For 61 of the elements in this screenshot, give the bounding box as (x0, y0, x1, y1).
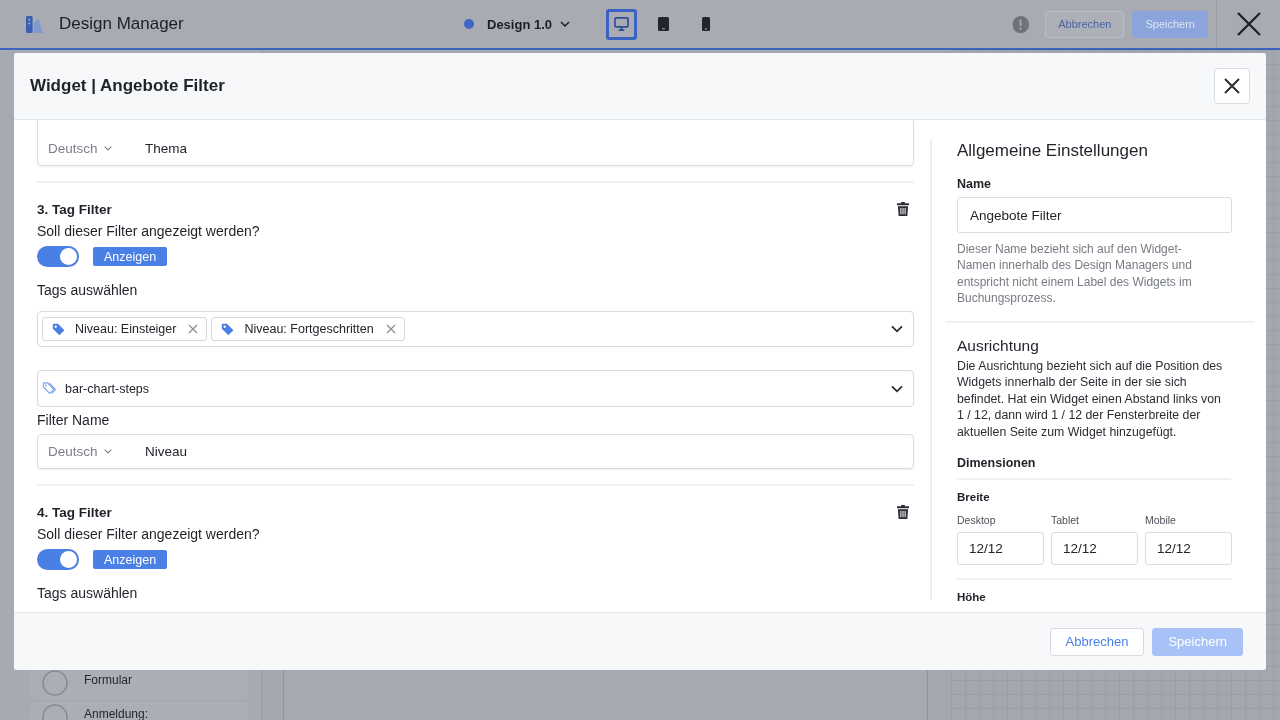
filter-name-field[interactable]: Deutsch Thema (37, 120, 914, 166)
description-text: Die Ausrichtung bezieht sich auf die Position des Widgets innerhalb der Seite in der sie sich befindet. Hat ein Widget einen Abstand links von 1 / 12, dann wird 1 / 12 der Fensterbreite der aktuellen Seite zum Widget hinzugefügt. (957, 357, 1224, 441)
field-label: Tablet (1051, 514, 1080, 527)
language-dropdown[interactable]: Deutsch (48, 444, 145, 459)
field-label: Filter Name (37, 411, 110, 429)
language-dropdown[interactable]: Deutsch (48, 140, 145, 156)
width-input[interactable]: 12/12 (1051, 532, 1138, 566)
phone-icon (701, 17, 710, 31)
width-input[interactable]: 12/12 (957, 532, 1044, 566)
logo-icon (26, 15, 43, 33)
caret-icon (560, 21, 571, 27)
tag-chip[interactable]: Niveau: Einsteiger (42, 317, 208, 341)
tag-icon (52, 322, 65, 336)
field-label: Name (957, 176, 992, 192)
name-input[interactable]: Angebote Filter (957, 197, 1232, 233)
step-circle-icon (42, 670, 68, 696)
chevron-down-icon (891, 384, 903, 393)
field-label: Mobile (1145, 514, 1176, 527)
tags-icon (42, 381, 58, 396)
visibility-badge: Anzeigen (93, 550, 168, 569)
question-label: Soll dieser Filter angezeigt werden? (37, 525, 260, 543)
close-icon (1224, 78, 1240, 94)
field-label: Höhe (957, 590, 986, 605)
field-label: Tags auswählen (37, 584, 138, 602)
help-text: Dieser Name bezieht sich auf den Widget-Namen innerhalb des Design Managers und entspricht nicht einem Label des Widgets im Buchungsprozess. (957, 241, 1193, 307)
field-label: Tags auswählen (37, 281, 138, 299)
cancel-button[interactable]: Abbrechen (1049, 627, 1145, 656)
trash-icon[interactable] (897, 505, 909, 519)
dialog-title: Widget | Angebote Filter (30, 76, 225, 96)
visibility-badge: Anzeigen (93, 247, 168, 266)
desktop-view-button[interactable] (606, 8, 638, 40)
filter-title: 4. Tag Filter (37, 504, 112, 520)
close-button[interactable] (1214, 68, 1250, 104)
app-title: Design Manager (59, 14, 184, 34)
section-title: Ausrichtung (957, 336, 1039, 355)
icon-select[interactable]: bar-chart-steps (37, 370, 914, 407)
caret-icon (103, 449, 112, 454)
tag-icon (221, 322, 235, 336)
group-title: Dimensionen (957, 455, 1036, 472)
question-label: Soll dieser Filter angezeigt werden? (37, 222, 260, 240)
width-input[interactable]: 12/12 (1145, 532, 1232, 566)
step-item[interactable]: Anmeldung: (30, 702, 248, 720)
section-title: Allgemeine Einstellungen (957, 141, 1148, 161)
step-item[interactable]: Formular (30, 668, 248, 700)
close-icon (1236, 12, 1261, 36)
visibility-toggle[interactable] (37, 549, 79, 570)
visibility-toggle[interactable] (37, 246, 79, 267)
filter-title: 3. Tag Filter (37, 201, 112, 217)
tags-select[interactable]: Niveau: Einsteiger Niveau: Fortgeschritten (37, 311, 914, 347)
caret-icon (103, 145, 112, 151)
trash-icon[interactable] (897, 202, 909, 216)
chevron-down-icon (891, 325, 903, 333)
remove-icon[interactable] (385, 324, 396, 334)
field-label: Breite (957, 490, 990, 505)
field-label: Desktop (957, 514, 996, 527)
tag-chip[interactable]: Niveau: Fortgeschritten (211, 317, 405, 341)
design-dropdown[interactable]: Design 1.0 (487, 16, 571, 32)
filter-name-field[interactable]: Deutsch Niveau (37, 434, 914, 469)
monitor-icon (614, 17, 630, 31)
remove-icon[interactable] (188, 324, 199, 334)
tablet-icon (658, 17, 670, 31)
